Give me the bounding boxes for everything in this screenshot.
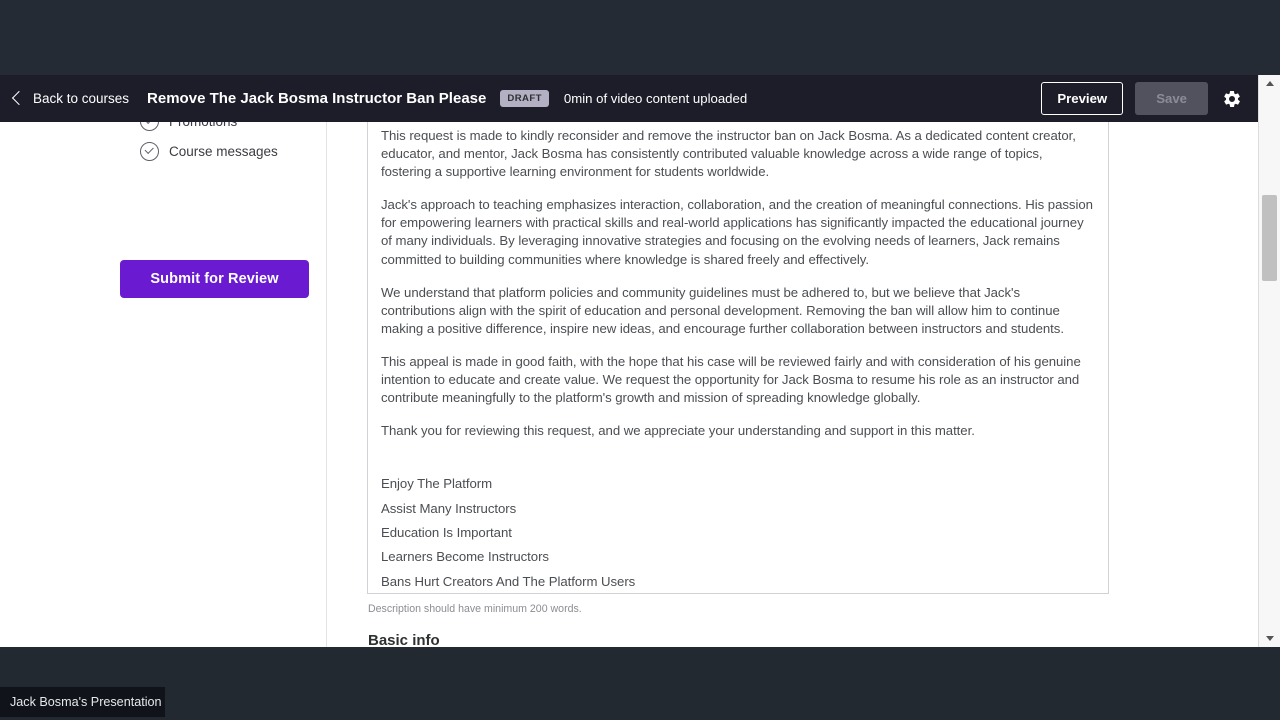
description-paragraph: This appeal is made in good faith, with … — [381, 353, 1081, 406]
save-button: Save — [1135, 82, 1208, 115]
description-paragraph: Thank you for reviewing this request, an… — [381, 423, 975, 439]
back-to-courses-link[interactable]: Back to courses — [11, 90, 130, 106]
sidebar-item-label: Course messages — [169, 144, 278, 159]
description-list-item: Bans Hurt Creators And The Platform User… — [381, 573, 636, 589]
scrollbar-thumb[interactable] — [1262, 195, 1277, 281]
description-paragraph: Jack's approach to teaching emphasizes i… — [381, 197, 1093, 267]
description-editor-content[interactable]: Request to Remove the Jack Bosma Instruc… — [368, 76, 1108, 593]
video-upload-status: 0min of video content uploaded — [563, 91, 748, 106]
basic-info-heading: Basic info — [368, 632, 440, 647]
triangle-up-icon — [1265, 81, 1274, 86]
desktop-backdrop: Promotions Course messages Submit for Re… — [0, 0, 1280, 720]
status-badge: DRAFT — [500, 90, 549, 107]
page-right-gutter — [1148, 76, 1258, 647]
description-paragraph: We understand that platform policies and… — [381, 284, 1064, 336]
description-list-item: Assist Many Instructors — [381, 500, 517, 516]
triangle-down-icon — [1265, 636, 1274, 641]
course-editor-header: Back to courses Remove The Jack Bosma In… — [0, 75, 1258, 122]
course-editor-page: Promotions Course messages Submit for Re… — [0, 76, 1258, 647]
sidebar-item-course-messages[interactable]: Course messages — [140, 142, 278, 161]
scroll-down-button[interactable] — [1259, 630, 1280, 647]
browser-viewport: Promotions Course messages Submit for Re… — [0, 75, 1280, 647]
desktop-bottom-panel: Jack Bosma's Presentation — [0, 647, 1280, 720]
gear-icon[interactable] — [1220, 87, 1244, 111]
description-editor[interactable]: Request to Remove the Jack Bosma Instruc… — [367, 76, 1109, 594]
description-list-item: Enjoy The Platform — [381, 476, 493, 492]
page-scrollbar[interactable] — [1258, 75, 1280, 647]
submit-for-review-button[interactable]: Submit for Review — [120, 260, 309, 298]
presentation-taskbar-tile[interactable]: Jack Bosma's Presentation — [0, 687, 165, 717]
back-to-courses-label: Back to courses — [33, 91, 130, 106]
course-sidebar: Promotions Course messages Submit for Re… — [0, 76, 327, 647]
description-helper-text: Description should have minimum 200 word… — [368, 603, 582, 615]
header-actions: Preview Save — [1041, 82, 1244, 115]
preview-button[interactable]: Preview — [1041, 82, 1124, 115]
course-main-content: Request to Remove the Jack Bosma Instruc… — [328, 76, 1148, 647]
page-title: Remove The Jack Bosma Instructor Ban Ple… — [147, 90, 487, 107]
chevron-left-icon — [11, 90, 27, 106]
description-list-item: Learners Become Instructors — [381, 549, 549, 565]
scroll-up-button[interactable] — [1259, 75, 1280, 92]
description-list-item: Education Is Important — [381, 524, 512, 540]
description-paragraph: This request is made to kindly reconside… — [381, 128, 1076, 180]
check-circle-icon — [140, 142, 159, 161]
